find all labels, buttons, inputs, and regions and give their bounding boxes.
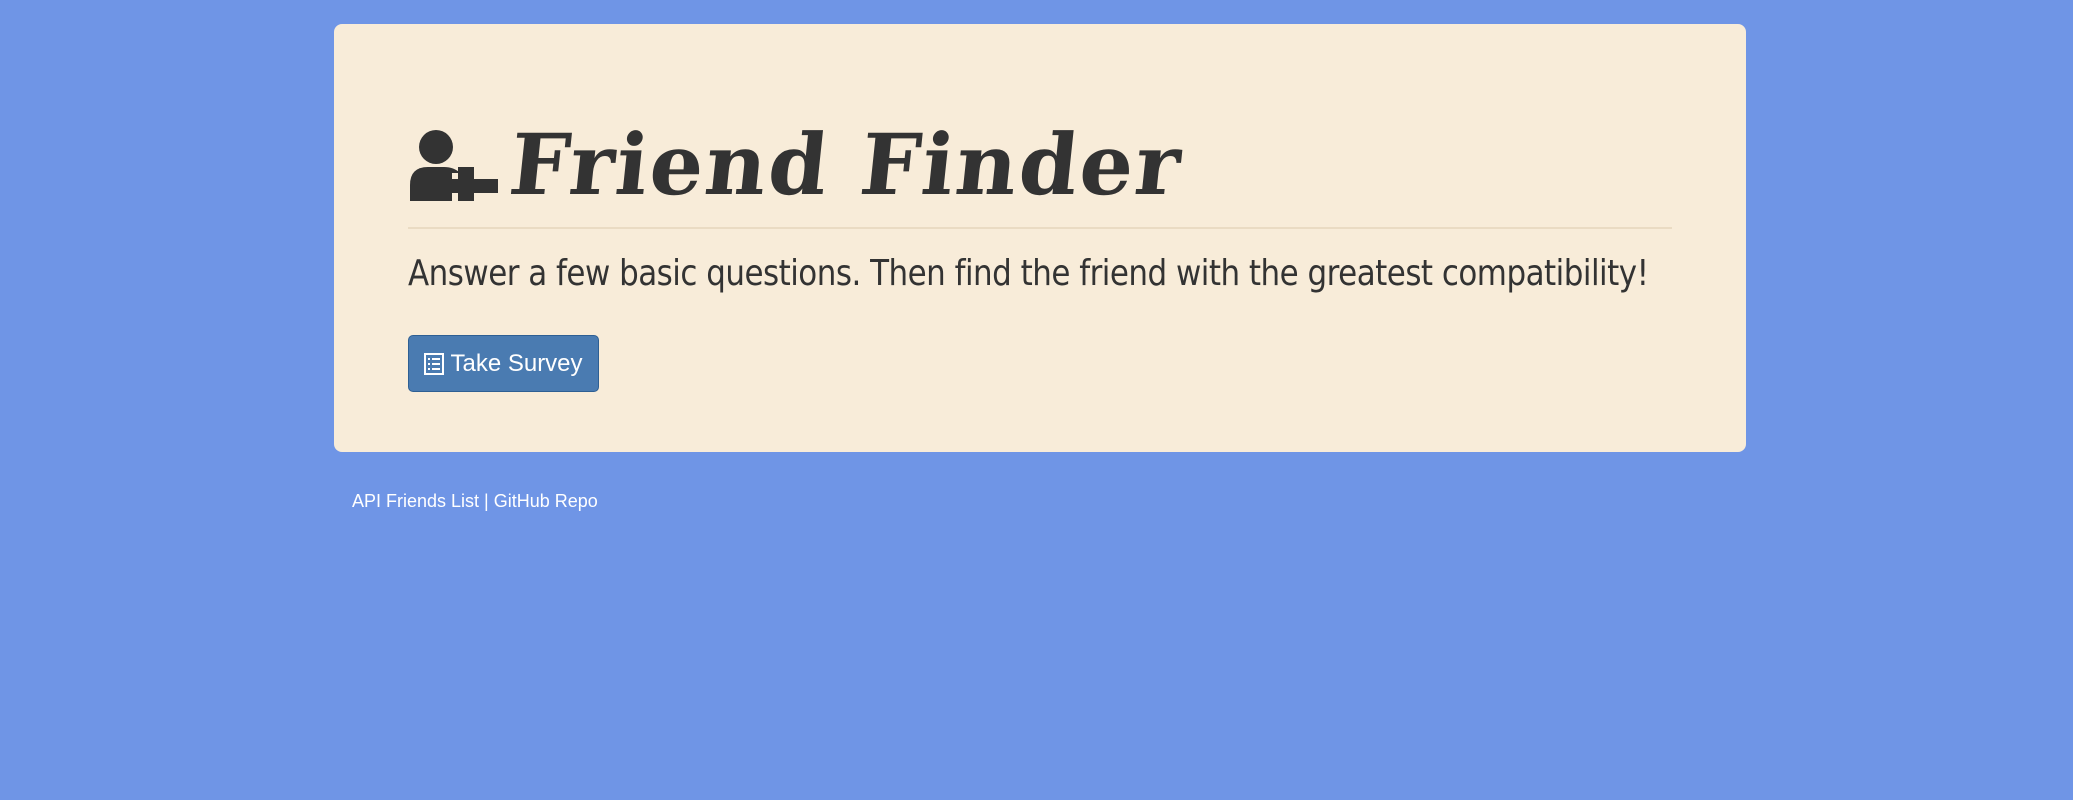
footer-separator: | <box>484 491 489 511</box>
github-repo-link[interactable]: GitHub Repo <box>494 491 598 511</box>
page-title-row: Friend Finder <box>408 110 1187 220</box>
user-plus-icon <box>410 130 498 201</box>
take-survey-button[interactable]: Take Survey <box>408 335 599 392</box>
footer-links: API Friends List | GitHub Repo <box>352 490 598 512</box>
title-divider <box>408 227 1672 229</box>
take-survey-label: Take Survey <box>450 349 583 377</box>
tagline-text: Answer a few basic questions. Then find … <box>408 253 1649 294</box>
api-friends-list-link[interactable]: API Friends List <box>352 491 479 511</box>
page-title: Friend Finder <box>504 115 1188 214</box>
jumbotron-card: Friend Finder Answer a few basic questio… <box>334 24 1746 452</box>
list-alt-icon <box>424 352 445 375</box>
